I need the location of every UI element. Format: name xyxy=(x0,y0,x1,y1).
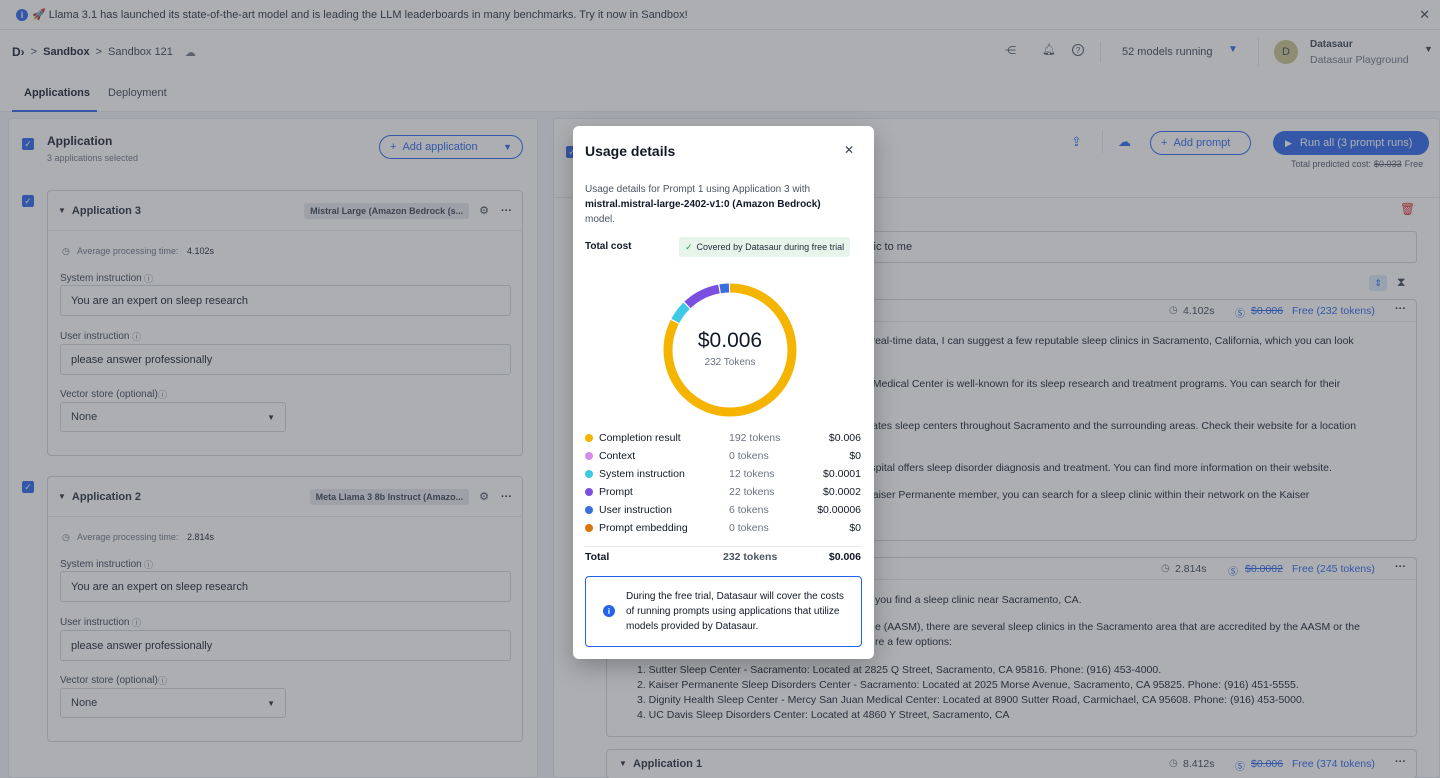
legend-dot xyxy=(585,506,593,514)
usage-row: Prompt 22 tokens $0.0002 xyxy=(585,483,861,501)
modal-description: Usage details for Prompt 1 using Applica… xyxy=(585,184,821,225)
free-trial-notice: i During the free trial, Datasaur will c… xyxy=(585,576,862,647)
usage-row-name: User instruction xyxy=(599,504,672,516)
usage-row-tokens: 0 tokens xyxy=(729,450,769,462)
total-cost-label: Total cost xyxy=(585,241,632,252)
usage-donut-chart: $0.006 232 Tokens xyxy=(663,283,797,417)
donut-center-tokens: 232 Tokens xyxy=(705,357,756,368)
donut-center-value: $0.006 xyxy=(698,329,762,352)
legend-dot xyxy=(585,488,593,496)
usage-row-tokens: 192 tokens xyxy=(729,432,781,444)
usage-row: Prompt embedding 0 tokens $0 xyxy=(585,519,861,537)
usage-row-name: Prompt xyxy=(599,486,633,498)
covered-badge: ✓ Covered by Datasaur during free trial xyxy=(679,237,851,257)
usage-row: User instruction 6 tokens $0.00006 xyxy=(585,501,861,519)
legend-dot xyxy=(585,434,593,442)
legend-dot xyxy=(585,470,593,478)
usage-row-tokens: 0 tokens xyxy=(729,522,769,534)
usage-row-cost: $0 xyxy=(849,522,861,534)
usage-row: Completion result 192 tokens $0.006 xyxy=(585,429,861,447)
check-icon: ✓ xyxy=(685,241,693,252)
legend-dot xyxy=(585,524,593,532)
usage-row-name: System instruction xyxy=(599,468,685,480)
usage-row-tokens: 22 tokens xyxy=(729,486,775,498)
legend-dot xyxy=(585,452,593,460)
info-icon: i xyxy=(603,605,615,617)
usage-row-tokens: 6 tokens xyxy=(729,504,769,516)
usage-row-cost: $0.00006 xyxy=(817,504,861,516)
usage-row: System instruction 12 tokens $0.0001 xyxy=(585,465,861,483)
notice-text: During the free trial, Datasaur will cov… xyxy=(626,591,844,632)
usage-row-tokens: 12 tokens xyxy=(729,468,775,480)
close-icon[interactable]: ✕ xyxy=(844,143,854,157)
usage-row-cost: $0.0001 xyxy=(823,468,861,480)
usage-row-name: Context xyxy=(599,450,636,462)
usage-details-modal: Usage details ✕ Usage details for Prompt… xyxy=(573,126,874,659)
usage-row-cost: $0 xyxy=(849,450,861,462)
total-row: Total 232 tokens $0.006 xyxy=(585,551,861,563)
usage-row-cost: $0.006 xyxy=(828,432,861,444)
modal-title: Usage details xyxy=(585,143,676,159)
usage-row-name: Prompt embedding xyxy=(599,522,688,534)
usage-row: Context 0 tokens $0 xyxy=(585,447,861,465)
usage-row-name: Completion result xyxy=(599,432,681,444)
usage-row-cost: $0.0002 xyxy=(823,486,861,498)
